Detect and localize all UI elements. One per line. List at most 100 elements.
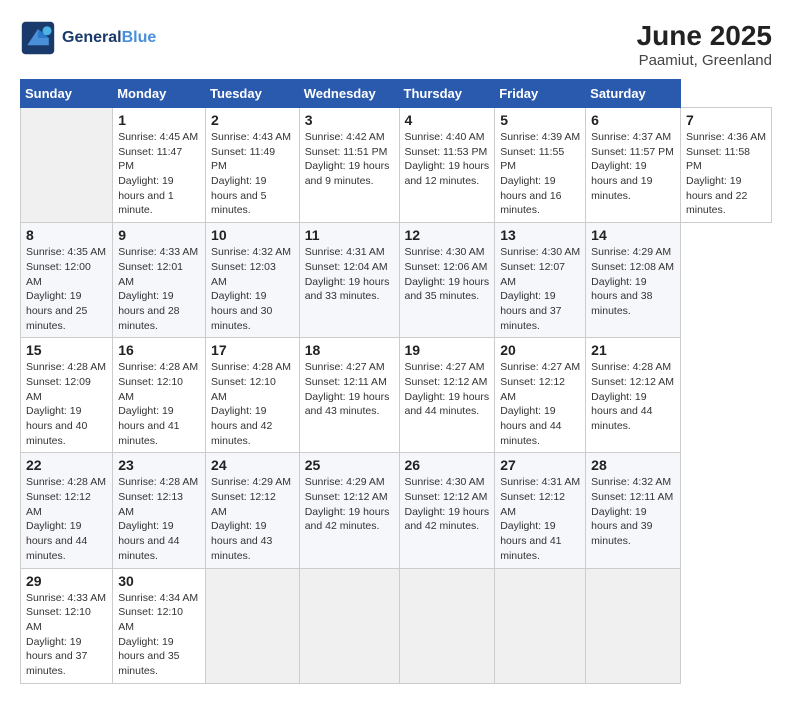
day-info: Sunrise: 4:30 AMSunset: 12:07 AMDaylight… (500, 245, 580, 333)
calendar-day-cell: 16Sunrise: 4:28 AMSunset: 12:10 AMDaylig… (113, 338, 206, 453)
calendar-table: SundayMondayTuesdayWednesdayThursdayFrid… (20, 79, 772, 684)
day-number: 20 (500, 342, 580, 358)
calendar-header-saturday: Saturday (586, 80, 681, 108)
day-info: Sunrise: 4:43 AMSunset: 11:49 PMDaylight… (211, 130, 294, 218)
day-info: Sunrise: 4:31 AMSunset: 12:12 AMDaylight… (500, 475, 580, 563)
day-number: 30 (118, 573, 200, 589)
day-info: Sunrise: 4:27 AMSunset: 12:12 AMDaylight… (405, 360, 490, 419)
calendar-day-cell: 1 Sunrise: 4:45 AMSunset: 11:47 PMDayligh… (113, 108, 206, 223)
calendar-day-cell: 3 Sunrise: 4:42 AMSunset: 11:51 PMDayligh… (299, 108, 399, 223)
calendar-day-cell: 25 Sunrise: 4:29 AMSunset: 12:12 AMDaylig… (299, 453, 399, 568)
day-number: 5 (500, 112, 580, 128)
calendar-day-cell: 28 Sunrise: 4:32 AMSunset: 12:11 AMDaylig… (586, 453, 681, 568)
calendar-day-cell: 13 Sunrise: 4:30 AMSunset: 12:07 AMDaylig… (495, 223, 586, 338)
calendar-day-cell: 5 Sunrise: 4:39 AMSunset: 11:55 PMDayligh… (495, 108, 586, 223)
day-number: 7 (686, 112, 766, 128)
calendar-week-row: 8 Sunrise: 4:35 AMSunset: 12:00 AMDayligh… (21, 223, 772, 338)
day-info: Sunrise: 4:27 AMSunset: 12:12 AMDaylight… (500, 360, 580, 448)
title-block: June 2025 Paamiut, Greenland (637, 20, 772, 69)
day-info: Sunrise: 4:28 AMSunset: 12:10 AMDaylight… (118, 360, 200, 448)
day-info: Sunrise: 4:29 AMSunset: 12:08 AMDaylight… (591, 245, 675, 318)
day-info: Sunrise: 4:40 AMSunset: 11:53 PMDaylight… (405, 130, 490, 189)
day-info: Sunrise: 4:32 AMSunset: 12:11 AMDaylight… (591, 475, 675, 548)
day-number: 13 (500, 227, 580, 243)
day-info: Sunrise: 4:34 AMSunset: 12:10 AMDaylight… (118, 591, 200, 679)
day-info: Sunrise: 4:28 AMSunset: 12:09 AMDaylight… (26, 360, 107, 448)
day-info: Sunrise: 4:28 AMSunset: 12:12 AMDaylight… (26, 475, 107, 563)
logo-icon (20, 20, 56, 56)
day-number: 6 (591, 112, 675, 128)
calendar-day-cell: 19Sunrise: 4:27 AMSunset: 12:12 AMDaylig… (399, 338, 495, 453)
day-number: 10 (211, 227, 294, 243)
day-number: 8 (26, 227, 107, 243)
logo-text: GeneralBlue (62, 29, 156, 47)
empty-cell (21, 108, 113, 223)
day-info: Sunrise: 4:42 AMSunset: 11:51 PMDaylight… (305, 130, 394, 189)
day-number: 4 (405, 112, 490, 128)
day-number: 26 (405, 457, 490, 473)
day-number: 24 (211, 457, 294, 473)
calendar-day-cell: 12 Sunrise: 4:30 AMSunset: 12:06 AMDaylig… (399, 223, 495, 338)
calendar-header-row: SundayMondayTuesdayWednesdayThursdayFrid… (21, 80, 772, 108)
day-number: 12 (405, 227, 490, 243)
calendar-day-cell: 9 Sunrise: 4:33 AMSunset: 12:01 AMDayligh… (113, 223, 206, 338)
calendar-header-friday: Friday (495, 80, 586, 108)
calendar-day-cell: 15 Sunrise: 4:28 AMSunset: 12:09 AMDaylig… (21, 338, 113, 453)
calendar-week-row: 29 Sunrise: 4:33 AMSunset: 12:10 AMDaylig… (21, 568, 772, 683)
day-number: 3 (305, 112, 394, 128)
calendar-day-cell: 21 Sunrise: 4:28 AMSunset: 12:12 AMDaylig… (586, 338, 681, 453)
month-title: June 2025 (637, 20, 772, 52)
calendar-day-cell: 20 Sunrise: 4:27 AMSunset: 12:12 AMDaylig… (495, 338, 586, 453)
calendar-day-cell (299, 568, 399, 683)
location: Paamiut, Greenland (637, 52, 772, 69)
calendar-week-row: 22 Sunrise: 4:28 AMSunset: 12:12 AMDaylig… (21, 453, 772, 568)
day-number: 18 (305, 342, 394, 358)
day-info: Sunrise: 4:33 AMSunset: 12:01 AMDaylight… (118, 245, 200, 333)
day-number: 27 (500, 457, 580, 473)
day-info: Sunrise: 4:45 AMSunset: 11:47 PMDaylight… (118, 130, 200, 218)
day-info: Sunrise: 4:37 AMSunset: 11:57 PMDaylight… (591, 130, 675, 203)
day-info: Sunrise: 4:29 AMSunset: 12:12 AMDaylight… (305, 475, 394, 534)
day-info: Sunrise: 4:30 AMSunset: 12:06 AMDaylight… (405, 245, 490, 304)
calendar-week-row: 15 Sunrise: 4:28 AMSunset: 12:09 AMDaylig… (21, 338, 772, 453)
calendar-day-cell: 29 Sunrise: 4:33 AMSunset: 12:10 AMDaylig… (21, 568, 113, 683)
day-number: 9 (118, 227, 200, 243)
calendar-day-cell: 11Sunrise: 4:31 AMSunset: 12:04 AMDaylig… (299, 223, 399, 338)
day-number: 14 (591, 227, 675, 243)
day-info: Sunrise: 4:33 AMSunset: 12:10 AMDaylight… (26, 591, 107, 679)
page-header: GeneralBlue June 2025 Paamiut, Greenland (20, 20, 772, 69)
calendar-header-tuesday: Tuesday (206, 80, 300, 108)
day-number: 1 (118, 112, 200, 128)
calendar-day-cell: 23Sunrise: 4:28 AMSunset: 12:13 AMDaylig… (113, 453, 206, 568)
calendar-day-cell: 26 Sunrise: 4:30 AMSunset: 12:12 AMDaylig… (399, 453, 495, 568)
day-number: 11 (305, 227, 394, 243)
day-info: Sunrise: 4:28 AMSunset: 12:12 AMDaylight… (591, 360, 675, 433)
day-info: Sunrise: 4:35 AMSunset: 12:00 AMDaylight… (26, 245, 107, 333)
day-info: Sunrise: 4:30 AMSunset: 12:12 AMDaylight… (405, 475, 490, 534)
calendar-week-row: 1 Sunrise: 4:45 AMSunset: 11:47 PMDayligh… (21, 108, 772, 223)
day-info: Sunrise: 4:39 AMSunset: 11:55 PMDaylight… (500, 130, 580, 218)
day-number: 25 (305, 457, 394, 473)
logo: GeneralBlue (20, 20, 156, 56)
day-info: Sunrise: 4:28 AMSunset: 12:10 AMDaylight… (211, 360, 294, 448)
day-number: 15 (26, 342, 107, 358)
calendar-day-cell: 27 Sunrise: 4:31 AMSunset: 12:12 AMDaylig… (495, 453, 586, 568)
calendar-day-cell: 18 Sunrise: 4:27 AMSunset: 12:11 AMDaylig… (299, 338, 399, 453)
calendar-day-cell: 24 Sunrise: 4:29 AMSunset: 12:12 AMDaylig… (206, 453, 300, 568)
day-info: Sunrise: 4:36 AMSunset: 11:58 PMDaylight… (686, 130, 766, 218)
day-number: 28 (591, 457, 675, 473)
calendar-day-cell (586, 568, 681, 683)
day-number: 29 (26, 573, 107, 589)
day-number: 22 (26, 457, 107, 473)
calendar-day-cell (495, 568, 586, 683)
day-number: 21 (591, 342, 675, 358)
day-number: 23 (118, 457, 200, 473)
day-info: Sunrise: 4:29 AMSunset: 12:12 AMDaylight… (211, 475, 294, 563)
day-number: 17 (211, 342, 294, 358)
calendar-day-cell: 2 Sunrise: 4:43 AMSunset: 11:49 PMDayligh… (206, 108, 300, 223)
day-number: 2 (211, 112, 294, 128)
calendar-day-cell: 4 Sunrise: 4:40 AMSunset: 11:53 PMDayligh… (399, 108, 495, 223)
calendar-header-monday: Monday (113, 80, 206, 108)
calendar-day-cell (399, 568, 495, 683)
day-info: Sunrise: 4:27 AMSunset: 12:11 AMDaylight… (305, 360, 394, 419)
